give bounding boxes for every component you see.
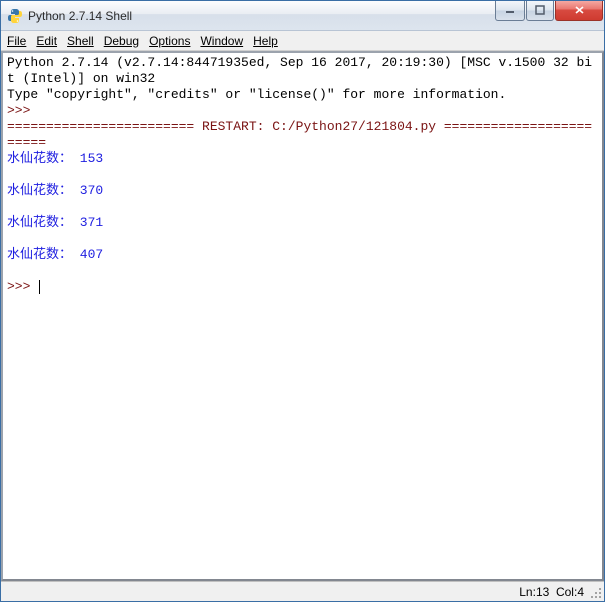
shell-text[interactable]: Python 2.7.14 (v2.7.14:84471935ed, Sep 1… [3, 53, 602, 297]
window-controls [494, 1, 603, 21]
close-icon [574, 5, 585, 15]
prompt: >>> [7, 103, 38, 118]
banner-line: Type "copyright", "credits" or "license(… [7, 87, 506, 102]
maximize-icon [535, 5, 545, 15]
resize-grip[interactable] [590, 587, 602, 599]
banner-line: Python 2.7.14 (v2.7.14:84471935ed, Sep 1… [7, 55, 592, 86]
statusbar: Ln: 13 Col: 4 [1, 581, 604, 601]
shell-content[interactable]: Python 2.7.14 (v2.7.14:84471935ed, Sep 1… [1, 51, 604, 581]
maximize-button[interactable] [526, 1, 554, 21]
output-line: 水仙花数： 153 [7, 151, 103, 166]
status-ln-label: Ln: [519, 585, 536, 599]
menu-file[interactable]: File [7, 34, 26, 48]
menu-help[interactable]: Help [253, 34, 278, 48]
close-button[interactable] [555, 1, 603, 21]
minimize-button[interactable] [495, 1, 525, 21]
output-line: 水仙花数： 371 [7, 215, 103, 230]
output-line: 水仙花数： 370 [7, 183, 103, 198]
python-icon [7, 8, 23, 24]
output-line: 水仙花数： 407 [7, 247, 103, 262]
status-col-value: 4 [577, 585, 584, 599]
app-window: Python 2.7.14 Shell File Edit Shell Debu… [0, 0, 605, 602]
minimize-icon [505, 5, 515, 15]
menu-window[interactable]: Window [200, 34, 243, 48]
menu-options[interactable]: Options [149, 34, 190, 48]
titlebar[interactable]: Python 2.7.14 Shell [1, 1, 604, 31]
status-ln-value: 13 [536, 585, 549, 599]
status-col-label: Col: [556, 585, 577, 599]
menubar: File Edit Shell Debug Options Window Hel… [1, 31, 604, 51]
menu-shell[interactable]: Shell [67, 34, 94, 48]
restart-line: ======================== RESTART: C:/Pyt… [7, 119, 592, 150]
window-title: Python 2.7.14 Shell [28, 9, 494, 23]
text-cursor [39, 280, 40, 294]
menu-debug[interactable]: Debug [104, 34, 139, 48]
prompt: >>> [7, 279, 38, 294]
menu-edit[interactable]: Edit [36, 34, 57, 48]
